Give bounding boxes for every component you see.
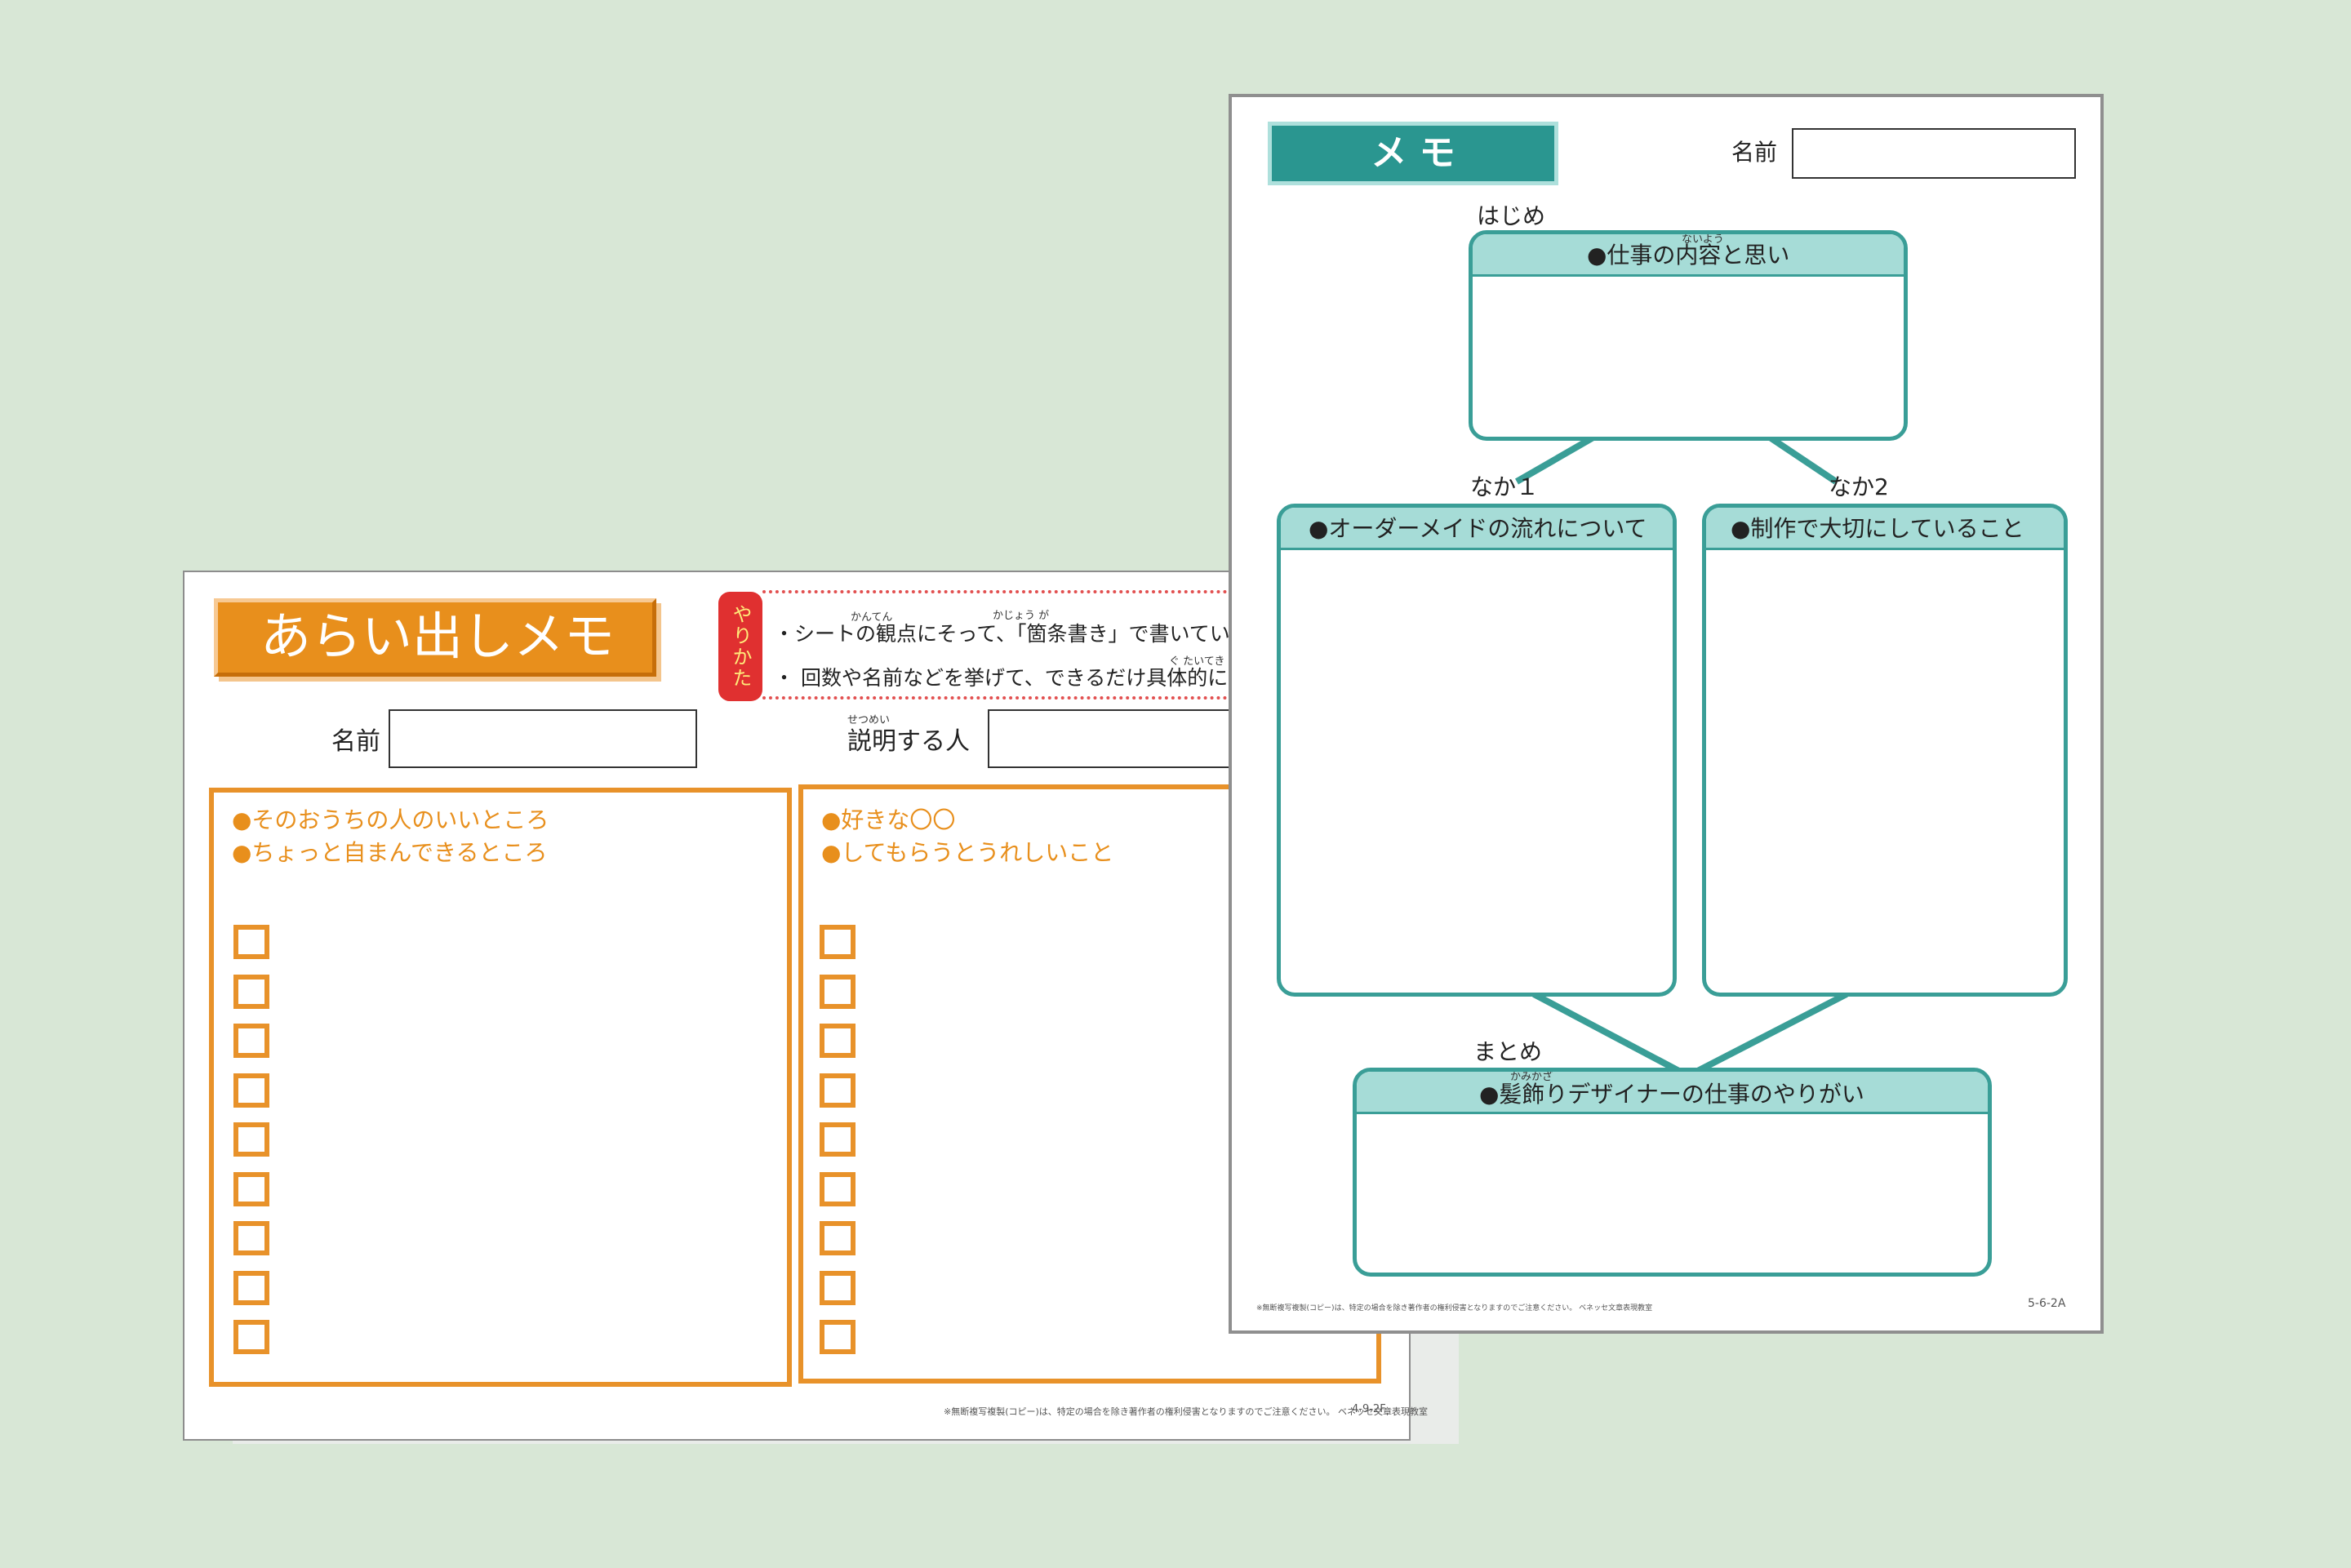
checkbox[interactable] xyxy=(233,925,269,959)
box1-item-1: ●そのおうちの人のいいところ xyxy=(232,806,549,833)
box2-item-1: ●好きな〇〇 xyxy=(821,806,956,833)
hajime-box: ●仕事の内容と思い ないよう xyxy=(1469,230,1908,441)
naka1-heading: ●オーダーメイドの流れについて xyxy=(1281,508,1673,550)
checkbox[interactable] xyxy=(820,1320,856,1354)
matome-ruby: かみかざ xyxy=(1510,1071,1553,1083)
checkbox[interactable] xyxy=(233,1073,269,1108)
box2-item-2: ●してもらうとうれしいこと xyxy=(821,839,1114,866)
checkbox[interactable] xyxy=(820,1073,856,1108)
hajime-ruby: ないよう xyxy=(1682,233,1724,246)
connector-bottom xyxy=(1532,991,1848,1080)
name-label-right: 名前 xyxy=(1731,139,1778,166)
memo-title: メ モ xyxy=(1268,122,1558,185)
howto-tag: やりかた xyxy=(718,592,762,701)
box1-item-2: ●ちょっと自まんできるところ xyxy=(232,839,548,866)
checkbox[interactable] xyxy=(233,974,269,1009)
checkbox[interactable] xyxy=(820,974,856,1009)
naka1-label: なか１ xyxy=(1470,473,1540,500)
matome-heading: ●髪飾りデザイナーの仕事のやりがい かみかざ xyxy=(1357,1072,1988,1114)
checkbox[interactable] xyxy=(233,1270,269,1305)
checkbox[interactable] xyxy=(233,1171,269,1206)
explainer-label: 説明する人 xyxy=(847,727,970,756)
naka2-box: ●制作で大切にしていること xyxy=(1702,504,2068,997)
matome-box: ●髪飾りデザイナーの仕事のやりがい かみかざ xyxy=(1353,1068,1992,1277)
checkbox[interactable] xyxy=(233,1122,269,1157)
matome-label: まとめ xyxy=(1473,1038,1543,1065)
hajime-heading: ●仕事の内容と思い ないよう xyxy=(1473,234,1904,277)
footer-note-right: ※無断複写複製(コピー)は、特定の場合を除き著作者の権利侵害となりますのでご注意… xyxy=(1256,1304,1653,1313)
points-box-1: ●そのおうちの人のいいところ ●ちょっと自まんできるところ xyxy=(209,788,792,1387)
naka1-box: ●オーダーメイドの流れについて xyxy=(1277,504,1677,997)
naka2-label: なか2 xyxy=(1829,473,1889,500)
checkbox[interactable] xyxy=(820,1270,856,1305)
checkbox[interactable] xyxy=(820,1171,856,1206)
checkbox[interactable] xyxy=(820,925,856,959)
hajime-label: はじめ xyxy=(1477,202,1546,229)
checkbox[interactable] xyxy=(820,1024,856,1058)
naka2-heading: ●制作で大切にしていること xyxy=(1706,508,2064,550)
name-field[interactable] xyxy=(389,709,697,768)
page-code: 4-9-2F xyxy=(1352,1403,1386,1415)
checkbox[interactable] xyxy=(233,1320,269,1354)
memo-sheet: メ モ 名前 はじめ ●仕事の内容と思い ないよう なか１ ●オーダーメイドの流… xyxy=(1229,94,2104,1334)
checkbox[interactable] xyxy=(820,1221,856,1255)
name-label: 名前 xyxy=(331,727,380,756)
page-code-right: 5-6-2A xyxy=(2028,1297,2066,1310)
arai-dashi-memo-sheet: あらい出しメモ やりかた かんてん かじょう が ・シートの観点にそって、「箇条… xyxy=(183,571,1445,1441)
checkbox[interactable] xyxy=(233,1221,269,1255)
name-field-right[interactable] xyxy=(1792,128,2076,179)
matome-heading-text: ●髪飾りデザイナーの仕事のやりがい xyxy=(1479,1081,1864,1108)
checkbox[interactable] xyxy=(820,1122,856,1157)
instruction-line-2: ・ 回数や名前などを挙げて、できるだけ具体的に xyxy=(774,666,1229,690)
checkbox[interactable] xyxy=(233,1024,269,1058)
sheet-title: あらい出しメモ xyxy=(214,598,656,677)
